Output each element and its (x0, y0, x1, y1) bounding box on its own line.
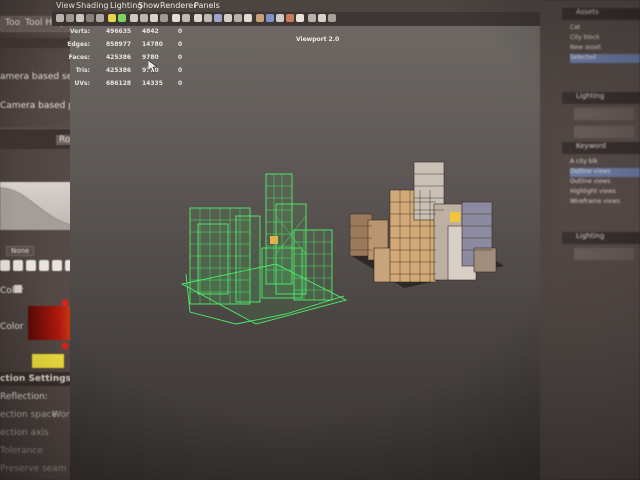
asset-item-selected[interactable]: Selected (570, 54, 640, 63)
ambient-occlusion-icon[interactable] (266, 14, 274, 22)
grid-icon[interactable] (118, 14, 126, 22)
stat-value: 425386 (106, 67, 132, 74)
stat-value: 4842 (142, 28, 159, 35)
city-wireframe-model[interactable] (176, 164, 352, 332)
stat-value: 14780 (142, 41, 163, 48)
anti-aliasing-icon[interactable] (286, 14, 294, 22)
xray-joints-icon[interactable] (328, 14, 336, 22)
stat-value: 0 (178, 80, 183, 87)
gate-mask-icon[interactable] (150, 14, 158, 22)
field-chart-icon[interactable] (160, 14, 168, 22)
asset-item[interactable]: Cat (570, 24, 640, 33)
lighting-button[interactable] (574, 108, 634, 120)
stat-label: Edges: (67, 41, 90, 48)
assets-section-header[interactable]: Assets (562, 8, 640, 20)
isolate-select-icon[interactable] (308, 14, 316, 22)
asset-item[interactable]: City block (570, 34, 640, 43)
falloff-dropdown[interactable]: None (6, 246, 35, 256)
mouse-cursor-icon (148, 60, 158, 74)
stat-label: Verts: (69, 28, 90, 35)
viewport-renderer-title: Viewport 2.0 (296, 36, 340, 43)
stat-value: 0 (178, 54, 183, 61)
keyword-section-header[interactable]: Keyword (562, 142, 640, 154)
reflection-label: Reflection: (0, 392, 48, 402)
menu-panels[interactable]: Panels (194, 1, 220, 10)
film-gate-icon[interactable] (130, 14, 138, 22)
keyword-item[interactable]: A city blk (570, 158, 640, 167)
menu-show[interactable]: Show (138, 1, 160, 10)
keyword-item[interactable]: Highlight views (570, 188, 640, 197)
preset-swatch-4[interactable] (39, 260, 49, 271)
preserve-seam-label: Preserve seam (0, 464, 67, 474)
reflection-space-label: ection space (0, 410, 57, 420)
stat-label: Faces: (68, 54, 90, 61)
viewport-toolbar (52, 12, 544, 26)
stat-value: 14335 (142, 80, 163, 87)
xray-icon[interactable] (318, 14, 326, 22)
stat-value: 0 (178, 67, 183, 74)
preset-swatch-3[interactable] (26, 260, 36, 271)
color-ramp-label: Color (0, 322, 24, 332)
stat-label: UVs: (74, 80, 91, 87)
lighting-button[interactable] (574, 126, 634, 138)
stat-value: 496635 (106, 28, 132, 35)
stat-value: 425386 (106, 54, 132, 61)
two-d-pan-icon[interactable] (96, 14, 104, 22)
tolerance-label: Tolerance (0, 446, 43, 456)
city-shaded-model[interactable] (344, 156, 506, 296)
preset-swatch-2[interactable] (13, 260, 23, 271)
lighting-section-header[interactable]: Lighting (562, 92, 640, 104)
bookmark-icon[interactable] (76, 14, 84, 22)
gradient-marker-icon[interactable] (60, 341, 70, 351)
asset-item[interactable]: New asset (570, 44, 640, 53)
lighting-section-header-2[interactable]: Lighting (562, 232, 640, 244)
depth-of-field-icon[interactable] (296, 14, 304, 22)
use-default-material-icon[interactable] (214, 14, 222, 22)
camera-attributes-icon[interactable] (66, 14, 74, 22)
selected-color-swatch[interactable] (32, 354, 64, 368)
color-checkbox[interactable] (14, 285, 22, 293)
select-camera-icon[interactable] (56, 14, 64, 22)
preset-swatch-1[interactable] (0, 260, 10, 271)
building-sign (450, 212, 460, 222)
image-plane-icon[interactable] (86, 14, 94, 22)
wireframe-icon[interactable] (194, 14, 202, 22)
reflection-axis-label: ection axis (0, 428, 49, 438)
stat-value: 0 (178, 41, 183, 48)
grease-pencil-icon[interactable] (108, 14, 116, 22)
keyword-item-selected[interactable]: Outline views (570, 168, 640, 177)
stat-value: 686128 (106, 80, 132, 87)
stat-value: 0 (178, 28, 183, 35)
menu-shading[interactable]: Shading (76, 1, 109, 10)
menu-view[interactable]: View (56, 1, 75, 10)
motion-blur-icon[interactable] (276, 14, 284, 22)
wireframe-on-shaded-icon[interactable] (224, 14, 232, 22)
preset-swatch-5[interactable] (52, 260, 62, 271)
safe-title-icon[interactable] (182, 14, 190, 22)
stat-value: 858977 (106, 41, 132, 48)
resolution-gate-icon[interactable] (140, 14, 148, 22)
screen-photo: Tool Tool Help amera based selec Camera … (0, 0, 640, 480)
reflection-settings-header[interactable]: ction Settings (0, 374, 71, 384)
lighting-button[interactable] (574, 248, 634, 260)
building-highlight (270, 236, 278, 244)
safe-action-icon[interactable] (172, 14, 180, 22)
shadows-icon[interactable] (256, 14, 264, 22)
stat-label: Tris: (75, 67, 90, 74)
keyword-item[interactable]: Outline views (570, 178, 640, 187)
use-all-lights-icon[interactable] (244, 14, 252, 22)
smooth-shade-icon[interactable] (204, 14, 212, 22)
textured-icon[interactable] (234, 14, 242, 22)
menu-renderer[interactable]: Renderer (160, 1, 197, 10)
attribute-editor-panel: Assets Cat City block New asset Selected… (540, 0, 640, 480)
keyword-item[interactable]: Wireframe views (570, 198, 640, 207)
